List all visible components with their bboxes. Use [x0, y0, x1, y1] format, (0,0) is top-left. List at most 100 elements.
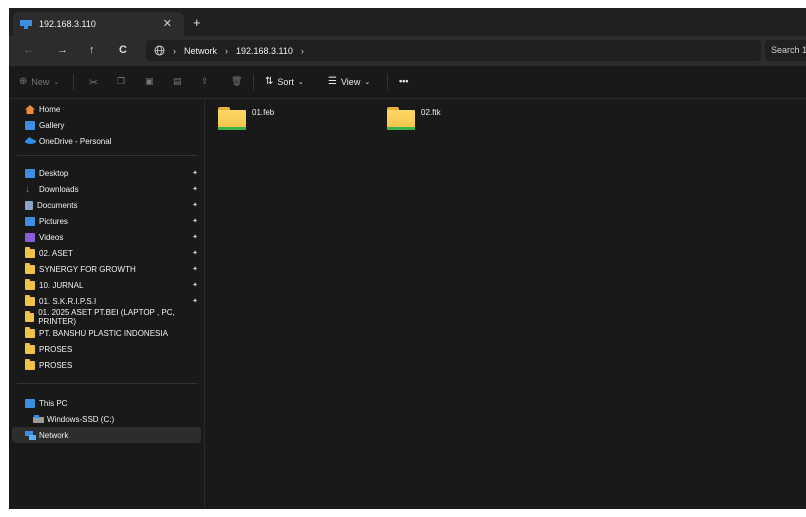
- sidebar-item-documents[interactable]: Documents ✦: [12, 197, 201, 213]
- pc-icon: [25, 398, 35, 408]
- back-button[interactable]: ←: [23, 44, 34, 56]
- sidebar-item-this-pc[interactable]: This PC: [12, 395, 201, 411]
- new-tab-button[interactable]: +: [193, 15, 201, 30]
- folder-icon: [25, 310, 35, 322]
- plus-circle-icon: ⊕: [19, 76, 28, 87]
- up-button[interactable]: ↑: [89, 44, 95, 56]
- sort-button[interactable]: ⇅ Sort ⌄: [265, 76, 304, 87]
- sidebar-item-label: 02. ASET: [39, 248, 73, 258]
- sidebar-item-label: Home: [39, 104, 61, 114]
- pin-icon[interactable]: ✦: [192, 281, 198, 289]
- breadcrumb-separator: ›: [173, 45, 176, 56]
- folder-icon: [25, 326, 35, 338]
- address-bar[interactable]: › Network › 192.168.3.110 ›: [146, 40, 761, 61]
- sidebar-divider: [17, 383, 197, 384]
- sidebar-item-home[interactable]: Home: [12, 101, 201, 117]
- folder-tile-02-ftk[interactable]: 02.ftk: [387, 107, 441, 131]
- sidebar-item-jurnal[interactable]: 10. JURNAL ✦: [12, 277, 201, 293]
- more-options-button[interactable]: •••: [399, 76, 408, 86]
- pin-icon[interactable]: ✦: [192, 249, 198, 257]
- toolbar-divider: [387, 74, 388, 90]
- download-icon: ↓: [25, 183, 30, 195]
- videos-icon: [25, 232, 35, 242]
- folder-tile-01-feb[interactable]: 01.feb: [218, 107, 274, 131]
- view-icon: ☰: [328, 76, 337, 87]
- sidebar-item-onedrive[interactable]: OneDrive - Personal: [12, 133, 201, 149]
- sidebar-item-aset-2025[interactable]: 01. 2025 ASET PT.BEI (LAPTOP , PC, PRINT…: [12, 308, 201, 326]
- folder-icon: [387, 107, 415, 131]
- sidebar-item-label: PROSES: [39, 360, 73, 370]
- breadcrumb-separator: ›: [225, 45, 229, 56]
- sidebar-divider: [17, 155, 197, 156]
- sidebar-item-banshu[interactable]: PT. BANSHU PLASTIC INDONESIA: [12, 325, 201, 341]
- sidebar-item-label: 10. JURNAL: [39, 280, 84, 290]
- sidebar-item-pictures[interactable]: Pictures ✦: [12, 213, 201, 229]
- folder-icon: [25, 358, 35, 370]
- cloud-icon: [25, 137, 36, 146]
- sidebar-item-02-aset[interactable]: 02. ASET ✦: [12, 245, 201, 261]
- pin-icon[interactable]: ✦: [192, 201, 198, 209]
- rename-icon[interactable]: ▤: [173, 76, 182, 87]
- tab-title: 192.168.3.110: [39, 19, 96, 29]
- sidebar-item-downloads[interactable]: ↓ Downloads ✦: [12, 181, 201, 197]
- breadcrumb-separator[interactable]: ›: [301, 46, 304, 56]
- globe-icon: [154, 45, 165, 56]
- share-icon[interactable]: ⇪: [201, 76, 209, 87]
- sidebar-item-network[interactable]: Network: [12, 427, 201, 443]
- navigation-pane: Home Gallery OneDrive - Personal Desktop…: [9, 99, 205, 509]
- pin-icon[interactable]: ✦: [192, 265, 198, 273]
- breadcrumb-host[interactable]: 192.168.3.110: [236, 46, 293, 56]
- pin-icon[interactable]: ✦: [192, 217, 198, 225]
- sidebar-item-desktop[interactable]: Desktop ✦: [12, 165, 201, 181]
- view-label: View: [340, 76, 361, 87]
- sort-icon: ⇅: [265, 76, 274, 87]
- sort-label: Sort: [277, 76, 294, 87]
- chevron-down-icon: ⌄: [297, 78, 304, 86]
- close-icon[interactable]: ✕: [163, 17, 172, 30]
- breadcrumb-network[interactable]: Network: [184, 46, 217, 56]
- sidebar-item-label: 01. S.K.R.I.P.S.I: [39, 296, 97, 306]
- sidebar-item-videos[interactable]: Videos ✦: [12, 229, 201, 245]
- sidebar-item-label: 01. 2025 ASET PT.BEI (LAPTOP , PC, PRINT…: [38, 308, 175, 326]
- sidebar-item-proses[interactable]: PROSES: [12, 357, 201, 373]
- folder-icon: [25, 294, 35, 306]
- folder-name: 01.feb: [252, 108, 275, 117]
- toolbar-divider: [253, 74, 254, 90]
- sidebar-item-label: Pictures: [39, 216, 68, 226]
- pin-icon[interactable]: ✦: [192, 169, 198, 177]
- sidebar-item-label: Documents: [37, 200, 78, 210]
- sidebar-item-proses[interactable]: PROSES: [12, 341, 201, 357]
- new-label: New: [31, 76, 50, 87]
- sidebar-item-label: PT. BANSHU PLASTIC INDONESIA: [39, 328, 168, 338]
- refresh-button[interactable]: C: [119, 44, 127, 56]
- paste-icon[interactable]: ▣: [145, 76, 154, 87]
- sidebar-item-label: PROSES: [39, 344, 73, 354]
- sidebar-item-skripsi[interactable]: 01. S.K.R.I.P.S.I ✦: [12, 293, 201, 309]
- new-button[interactable]: ⊕ New ⌄: [19, 76, 59, 87]
- sidebar-item-synergy[interactable]: SYNERGY FOR GROWTH ✦: [12, 261, 201, 277]
- sidebar-item-label: OneDrive - Personal: [39, 136, 112, 146]
- copy-icon[interactable]: ❐: [117, 76, 125, 87]
- forward-button[interactable]: →: [57, 44, 68, 56]
- tab-192-168-3-110[interactable]: 192.168.3.110 ✕: [13, 12, 184, 36]
- chevron-down-icon: ⌄: [364, 78, 371, 86]
- pictures-icon: [25, 216, 35, 226]
- cut-icon[interactable]: ✂: [89, 76, 98, 89]
- pin-icon[interactable]: ✦: [192, 297, 198, 305]
- command-bar: ⊕ New ⌄ ✂ ❐ ▣ ▤ ⇪ 🗑 ⇅ Sort ⌄ ☰ View ⌄ ••…: [9, 66, 806, 99]
- pin-icon[interactable]: ✦: [192, 233, 198, 241]
- drive-icon: [33, 414, 44, 424]
- search-input[interactable]: Search 1: [765, 40, 806, 61]
- view-button[interactable]: ☰ View ⌄: [328, 76, 370, 87]
- desktop-icon: [25, 168, 35, 178]
- folder-name: 02.ftk: [421, 108, 441, 117]
- sidebar-item-windows-ssd[interactable]: Windows-SSD (C:): [12, 411, 201, 427]
- file-list: 01.feb 02.ftk: [205, 99, 806, 509]
- sidebar-item-label: Desktop: [39, 168, 69, 178]
- sidebar-item-label: SYNERGY FOR GROWTH: [39, 264, 136, 274]
- sidebar-item-label: Gallery: [39, 120, 65, 130]
- gallery-icon: [25, 120, 35, 130]
- delete-icon[interactable]: 🗑: [231, 76, 242, 87]
- sidebar-item-gallery[interactable]: Gallery: [12, 117, 201, 133]
- pin-icon[interactable]: ✦: [192, 185, 198, 193]
